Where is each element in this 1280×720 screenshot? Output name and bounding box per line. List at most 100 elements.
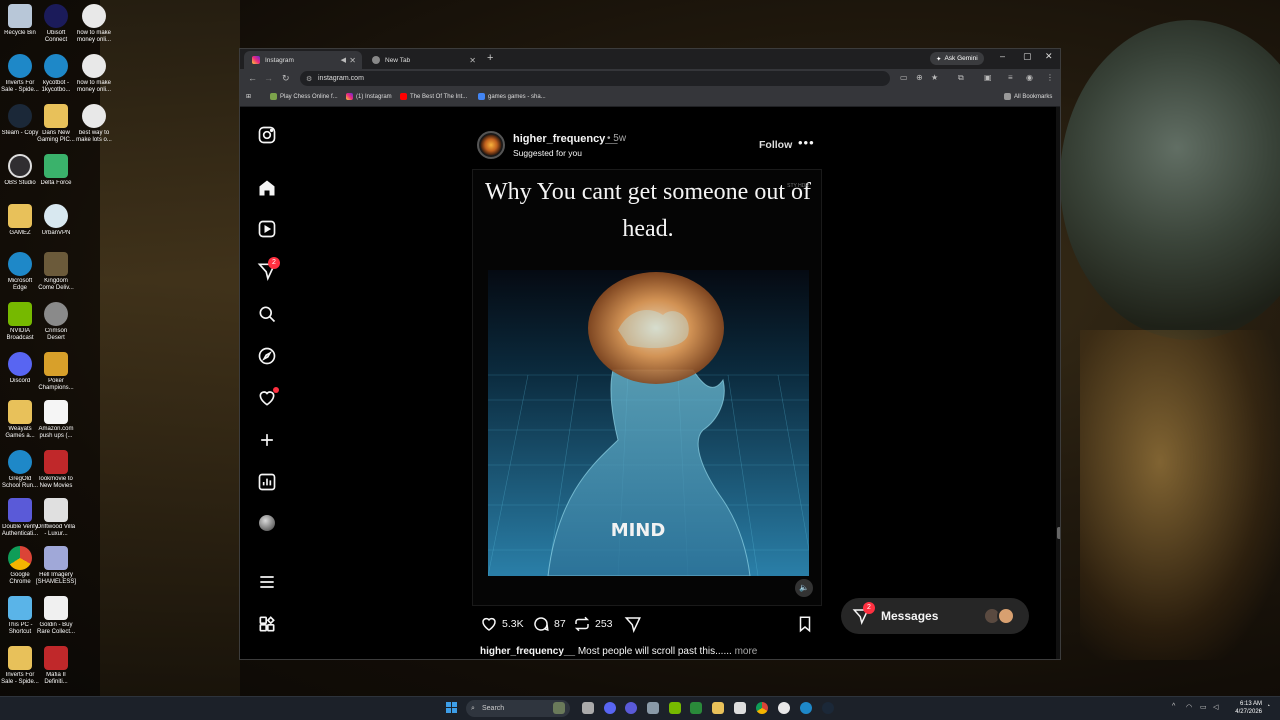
desktop-icon-urbanvpn[interactable]: UrbanVPN — [36, 204, 76, 244]
taskbar-clock[interactable]: 6:13 AM 4/27/2026 — [1226, 700, 1262, 716]
desktop-icon-crimson-desert[interactable]: Crimson Desert — [36, 302, 76, 342]
volume-icon[interactable]: ◁ — [1213, 703, 1218, 711]
desktop-icon-best-way[interactable]: best way to make lots o... — [74, 104, 114, 144]
close-tab-icon[interactable]: ✕ — [469, 56, 476, 65]
instagram-logo-icon[interactable] — [257, 125, 277, 145]
messages-button[interactable]: 2 Messages — [841, 598, 1029, 634]
explore-compass-icon[interactable] — [257, 346, 277, 366]
reels-icon[interactable] — [257, 219, 277, 239]
site-info-icon[interactable]: ⚙ — [306, 75, 312, 83]
close-window-icon[interactable]: ✕ — [1045, 51, 1053, 62]
desktop-icon-this-pc[interactable]: This PC - Shortcut — [0, 596, 40, 636]
desktop-icon-poker[interactable]: Poker Champions... — [36, 352, 76, 392]
speaker-icon[interactable]: ◀ — [341, 56, 346, 64]
nvidia-icon[interactable] — [669, 702, 681, 714]
desktop-icon-delta-force[interactable]: Delta Force — [36, 154, 76, 194]
desktop-icon-greg-runescape[interactable]: GregOld School Run... — [0, 450, 40, 490]
page-scrollbar[interactable] — [1056, 107, 1060, 659]
start-button[interactable] — [446, 702, 458, 714]
network-icon[interactable]: ▭ — [1200, 703, 1207, 711]
bookmark-instagram[interactable]: (1) Instagram — [346, 93, 392, 100]
post-media[interactable]: Why You cant get someone out of head. ST… — [472, 169, 822, 606]
desktop-icon-inverts-2[interactable]: Inverts For Sale - Spide... — [0, 646, 40, 686]
task-view-icon[interactable] — [582, 702, 594, 714]
store-icon[interactable] — [734, 702, 746, 714]
taskbar-widget-icon[interactable] — [553, 702, 565, 714]
settings-icon[interactable] — [647, 702, 659, 714]
wifi-icon[interactable]: ◠ — [1186, 703, 1192, 711]
also-from-meta-icon[interactable] — [257, 614, 277, 634]
bookmark-best-of[interactable]: The Best Of The Int... — [400, 93, 467, 100]
bookmark-games[interactable]: games games - sha... — [478, 93, 546, 100]
search-icon[interactable] — [257, 304, 277, 324]
desktop-icon-steam[interactable]: Steam - Copy — [0, 104, 40, 144]
xbox-icon[interactable] — [690, 702, 702, 714]
steam-icon[interactable] — [822, 702, 834, 714]
desktop-icon-weayats[interactable]: Weayats Games a... — [0, 400, 40, 440]
comment-button[interactable]: 87 — [532, 615, 566, 633]
desktop-icon-driftwood[interactable]: Driftwood Villa - Luxur... — [36, 498, 76, 538]
desktop-icon-goldin[interactable]: Goldin - Buy Rare Collect... — [36, 596, 76, 636]
desktop-icon-gamez[interactable]: GAMEZ — [0, 204, 40, 244]
app-icon[interactable] — [625, 702, 637, 714]
desktop-icon-money-1[interactable]: how to make money onli... — [74, 4, 114, 44]
google-icon[interactable] — [778, 702, 790, 714]
desktop-icon-double-verify[interactable]: Double Verify Authenticati... — [0, 498, 40, 538]
discord-icon[interactable] — [604, 702, 616, 714]
mute-toggle-icon[interactable]: 🔈 — [795, 579, 813, 597]
desktop-icon-edge[interactable]: Microsoft Edge — [0, 252, 40, 292]
desktop-icon-inverts[interactable]: Inverts For Sale - Spide... — [0, 54, 40, 94]
notification-bell-icon[interactable]: ◔ — [1266, 703, 1270, 710]
desktop-icon-recycle-bin[interactable]: Recycle Bin — [0, 4, 40, 44]
scrollbar-thumb[interactable] — [1057, 527, 1060, 539]
zoom-icon[interactable]: ⊕ — [916, 73, 923, 82]
ask-gemini-button[interactable]: ✦ Ask Gemini — [930, 52, 984, 65]
minimize-icon[interactable]: – — [1000, 51, 1005, 61]
desktop-icon-nvidia[interactable]: NVIDIA Broadcast — [0, 302, 40, 342]
repost-button[interactable]: 253 — [573, 615, 613, 633]
post-options-button[interactable]: ••• — [798, 135, 815, 150]
maximize-icon[interactable]: ▢ — [1023, 51, 1032, 62]
menu-dots-icon[interactable]: ⋮ — [1046, 73, 1054, 82]
all-bookmarks[interactable]: All Bookmarks — [1004, 93, 1052, 100]
desktop-icon-amazon[interactable]: Amazon.com push ups (... — [36, 400, 76, 440]
post-username[interactable]: higher_frequency__ — [513, 133, 618, 145]
dashboard-icon[interactable] — [257, 472, 277, 492]
caption-username[interactable]: higher_frequency__ — [480, 646, 575, 657]
back-icon[interactable]: ← — [248, 73, 257, 83]
save-button[interactable] — [796, 615, 818, 633]
like-button[interactable]: 5.3K — [480, 615, 524, 633]
desktop-icon-ubisoft[interactable]: Ubisoft Connect — [36, 4, 76, 44]
forward-icon[interactable]: → — [264, 73, 273, 83]
tab-new-tab[interactable]: New Tab ✕ — [364, 51, 482, 69]
reload-icon[interactable]: ↻ — [282, 73, 290, 84]
chrome-icon[interactable] — [756, 702, 768, 714]
media-controls-icon[interactable]: ≡ — [1008, 73, 1013, 82]
share-button[interactable] — [624, 615, 646, 633]
desktop-icon-discord[interactable]: Discord — [0, 352, 40, 392]
cast-icon[interactable]: ▭ — [900, 73, 908, 82]
file-explorer-icon[interactable] — [712, 702, 724, 714]
post-author-avatar[interactable] — [477, 131, 505, 159]
desktop-icon-chrome[interactable]: Google Chrome — [0, 546, 40, 586]
desktop-icon-obs[interactable]: OBS Studio — [0, 154, 40, 194]
desktop-icon-mafia[interactable]: Mafia II Definiti... — [36, 646, 76, 686]
close-tab-icon[interactable]: ✕ — [349, 56, 356, 65]
caption-more-link[interactable]: more — [735, 646, 758, 657]
tab-instagram[interactable]: Instagram ◀ ✕ — [244, 51, 362, 69]
bookmark-chess[interactable]: Play Chess Online f... — [270, 93, 338, 100]
desktop-icon-kingdom-come[interactable]: Kingdom Come Deliv... — [36, 252, 76, 292]
bookmark-star-icon[interactable]: ★ — [931, 73, 938, 82]
home-icon[interactable] — [257, 178, 277, 198]
edge-icon[interactable] — [800, 702, 812, 714]
follow-button[interactable]: Follow — [759, 139, 792, 151]
more-menu-icon[interactable] — [257, 572, 277, 592]
url-field[interactable]: ⚙ instagram.com — [300, 71, 890, 86]
sidepanel-icon[interactable]: ▣ — [984, 73, 992, 82]
profile-avatar[interactable] — [259, 515, 275, 531]
desktop-icon-kycotbot[interactable]: kycotbot - 1kycotbo... — [36, 54, 76, 94]
desktop-icon-lookmovie[interactable]: lookmovie to New Movies — [36, 450, 76, 490]
profile-icon[interactable]: ◉ — [1026, 73, 1033, 82]
tray-chevron-icon[interactable]: ^ — [1172, 703, 1175, 710]
create-plus-icon[interactable] — [257, 430, 277, 450]
